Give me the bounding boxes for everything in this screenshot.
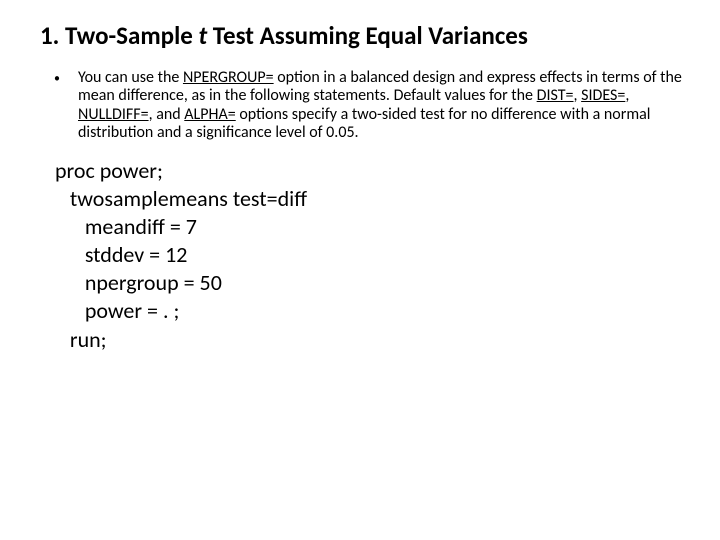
bullet-item: • You can use the NPERGROUP= option in a… (30, 69, 690, 143)
bullet-marker-icon: • (54, 72, 60, 86)
code-line-2: twosamplemeans test=diff (50, 185, 690, 213)
link-nulldiff[interactable]: NULLDIFF= (78, 105, 149, 124)
slide-title: 1. Two-Sample t Test Assuming Equal Vari… (30, 20, 690, 51)
bullet-text-4: , (625, 86, 629, 105)
link-dist[interactable]: DIST= (537, 86, 574, 105)
link-npergroup[interactable]: NPERGROUP= (183, 68, 274, 87)
bullet-text-5: , and (149, 105, 185, 124)
code-line-5: npergroup = 50 (50, 269, 690, 297)
code-line-4: stddev = 12 (50, 241, 690, 269)
title-prefix: 1. Two-Sample (40, 20, 198, 51)
bullet-text: You can use the NPERGROUP= option in a b… (78, 69, 690, 143)
code-line-3: meandiff = 7 (50, 213, 690, 241)
code-line-7: run; (50, 326, 690, 354)
code-line-6: power = . ; (50, 297, 690, 325)
code-block: proc power; twosamplemeans test=diff mea… (30, 157, 690, 354)
bullet-text-3: , (574, 86, 582, 105)
title-suffix: Test Assuming Equal Variances (207, 20, 528, 51)
link-sides[interactable]: SIDES= (581, 86, 625, 105)
title-italic: t (198, 20, 207, 51)
code-line-1: proc power; (50, 157, 690, 185)
bullet-text-1: You can use the (78, 68, 183, 87)
link-alpha[interactable]: ALPHA= (184, 105, 235, 124)
